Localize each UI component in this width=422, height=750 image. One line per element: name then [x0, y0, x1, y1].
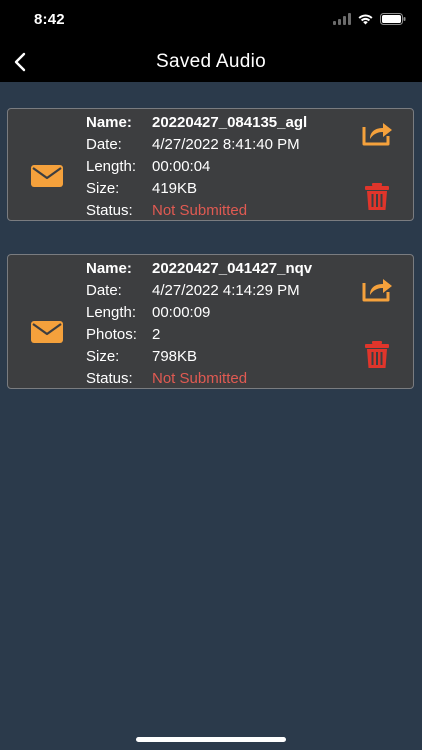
size-value: 798KB — [152, 348, 198, 365]
status-label: Status: — [86, 370, 133, 387]
trash-icon[interactable] — [364, 341, 390, 369]
length-value: 00:00:09 — [152, 304, 211, 321]
status-value: Not Submitted — [152, 202, 248, 219]
size-row: Size: 798KB — [86, 346, 338, 368]
recording-details: Name: 20220427_084135_agl Date: 4/27/202… — [86, 112, 338, 222]
size-row: Size: 419KB — [86, 178, 338, 200]
wifi-icon — [358, 14, 373, 25]
length-label: Length: — [86, 304, 137, 321]
share-button[interactable] — [360, 275, 394, 303]
name-value: 20220427_084135_agl — [152, 114, 308, 131]
photos-label: Photos: — [86, 326, 137, 343]
recording-card[interactable]: Name: 20220427_084135_agl Date: 4/27/202… — [7, 108, 414, 221]
size-value: 419KB — [152, 180, 198, 197]
envelope-icon[interactable] — [31, 321, 63, 343]
name-row: Name: 20220427_084135_agl — [86, 112, 338, 134]
recording-card[interactable]: Name: 20220427_041427_nqv Date: 4/27/202… — [7, 254, 414, 389]
trash-icon[interactable] — [364, 183, 390, 211]
share-button[interactable] — [360, 119, 394, 147]
name-value: 20220427_041427_nqv — [152, 260, 313, 277]
date-label: Date: — [86, 282, 122, 299]
length-row: Length: 00:00:04 — [86, 156, 338, 178]
signal-icon — [333, 13, 351, 25]
page-title: Saved Audio — [156, 51, 266, 72]
date-label: Date: — [86, 136, 122, 153]
date-row: Date: 4/27/2022 4:14:29 PM — [86, 280, 338, 302]
size-label: Size: — [86, 348, 120, 365]
name-row: Name: 20220427_041427_nqv — [86, 258, 338, 280]
length-label: Length: — [86, 158, 137, 175]
status-time: 8:42 — [34, 11, 65, 28]
status-value: Not Submitted — [152, 370, 248, 387]
battery-icon — [380, 13, 406, 25]
photos-value: 2 — [152, 326, 161, 343]
size-label: Size: — [86, 180, 120, 197]
status-row: Status: Not Submitted — [86, 200, 338, 222]
envelope-icon[interactable] — [31, 165, 63, 187]
status-label: Status: — [86, 202, 133, 219]
date-row: Date: 4/27/2022 8:41:40 PM — [86, 134, 338, 156]
length-value: 00:00:04 — [152, 158, 211, 175]
photos-row: Photos: 2 — [86, 324, 338, 346]
name-label: Name: — [86, 260, 132, 277]
name-label: Name: — [86, 114, 132, 131]
top-bar: 8:42 Saved Audio — [0, 0, 422, 82]
length-row: Length: 00:00:09 — [86, 302, 338, 324]
status-icons — [333, 13, 406, 25]
recording-details: Name: 20220427_041427_nqv Date: 4/27/202… — [86, 258, 338, 390]
home-indicator[interactable] — [136, 737, 286, 742]
date-value: 4/27/2022 4:14:29 PM — [152, 282, 300, 299]
status-row: Status: Not Submitted — [86, 368, 338, 390]
date-value: 4/27/2022 8:41:40 PM — [152, 136, 300, 153]
